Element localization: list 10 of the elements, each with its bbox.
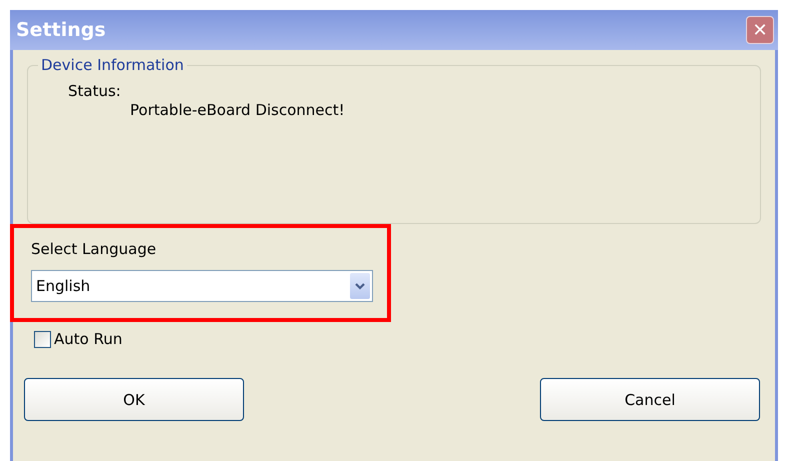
status-label: Status: bbox=[68, 82, 122, 100]
ok-button[interactable]: OK bbox=[24, 378, 244, 421]
window-title: Settings bbox=[16, 19, 106, 41]
status-value: Portable-eBoard Disconnect! bbox=[130, 101, 346, 119]
auto-run-label: Auto Run bbox=[54, 330, 122, 348]
language-dropdown[interactable]: English bbox=[31, 270, 373, 302]
cancel-button[interactable]: Cancel bbox=[540, 378, 760, 421]
language-label: Select Language bbox=[31, 240, 158, 258]
group-legend: Device Information bbox=[38, 56, 187, 74]
auto-run-checkbox[interactable] bbox=[34, 330, 51, 348]
